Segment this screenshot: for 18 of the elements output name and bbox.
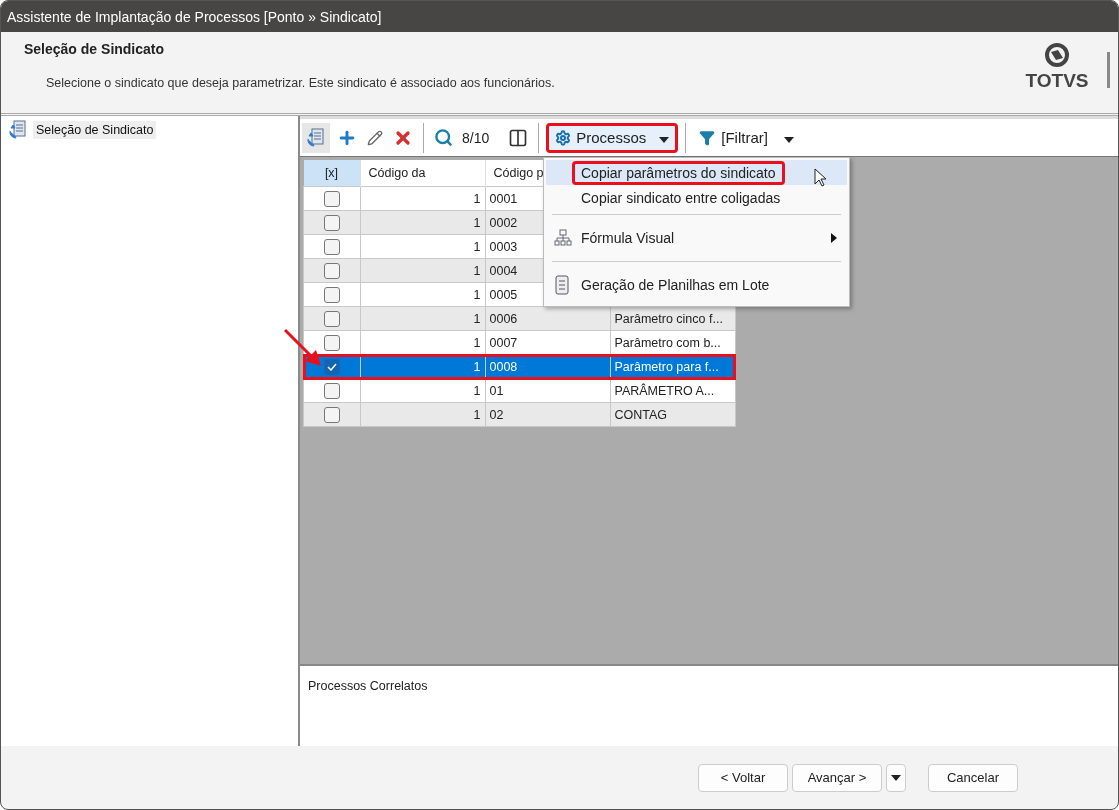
- table-cell: 02: [485, 402, 610, 427]
- step-description: Selecione o sindicato que deseja parametrizar. Este sindicato é associado aos funcionários.: [46, 76, 556, 90]
- related-processes-title: Processos Correlatos: [308, 679, 428, 693]
- table-cell: 1: [360, 210, 485, 235]
- table-cell: PARÂMETRO A...: [610, 378, 735, 403]
- logo-text: TOTVS: [1025, 70, 1089, 92]
- table-cell: 1: [360, 402, 485, 427]
- table-cell: 1: [360, 378, 485, 403]
- table-cell: 01: [485, 378, 610, 403]
- window-title: Assistente de Implantação de Processos [Ponto » Sindicato]: [7, 8, 382, 25]
- table-cell: 1: [360, 306, 485, 331]
- table-cell: 1: [360, 258, 485, 283]
- record-counter: 8/10: [462, 129, 490, 146]
- table-cell: 1: [360, 282, 485, 307]
- table-cell: 1: [360, 234, 485, 259]
- step-title: Seleção de Sindicato: [24, 41, 166, 57]
- table-cell: 1: [360, 186, 485, 211]
- table-cell: CONTAG: [610, 402, 735, 427]
